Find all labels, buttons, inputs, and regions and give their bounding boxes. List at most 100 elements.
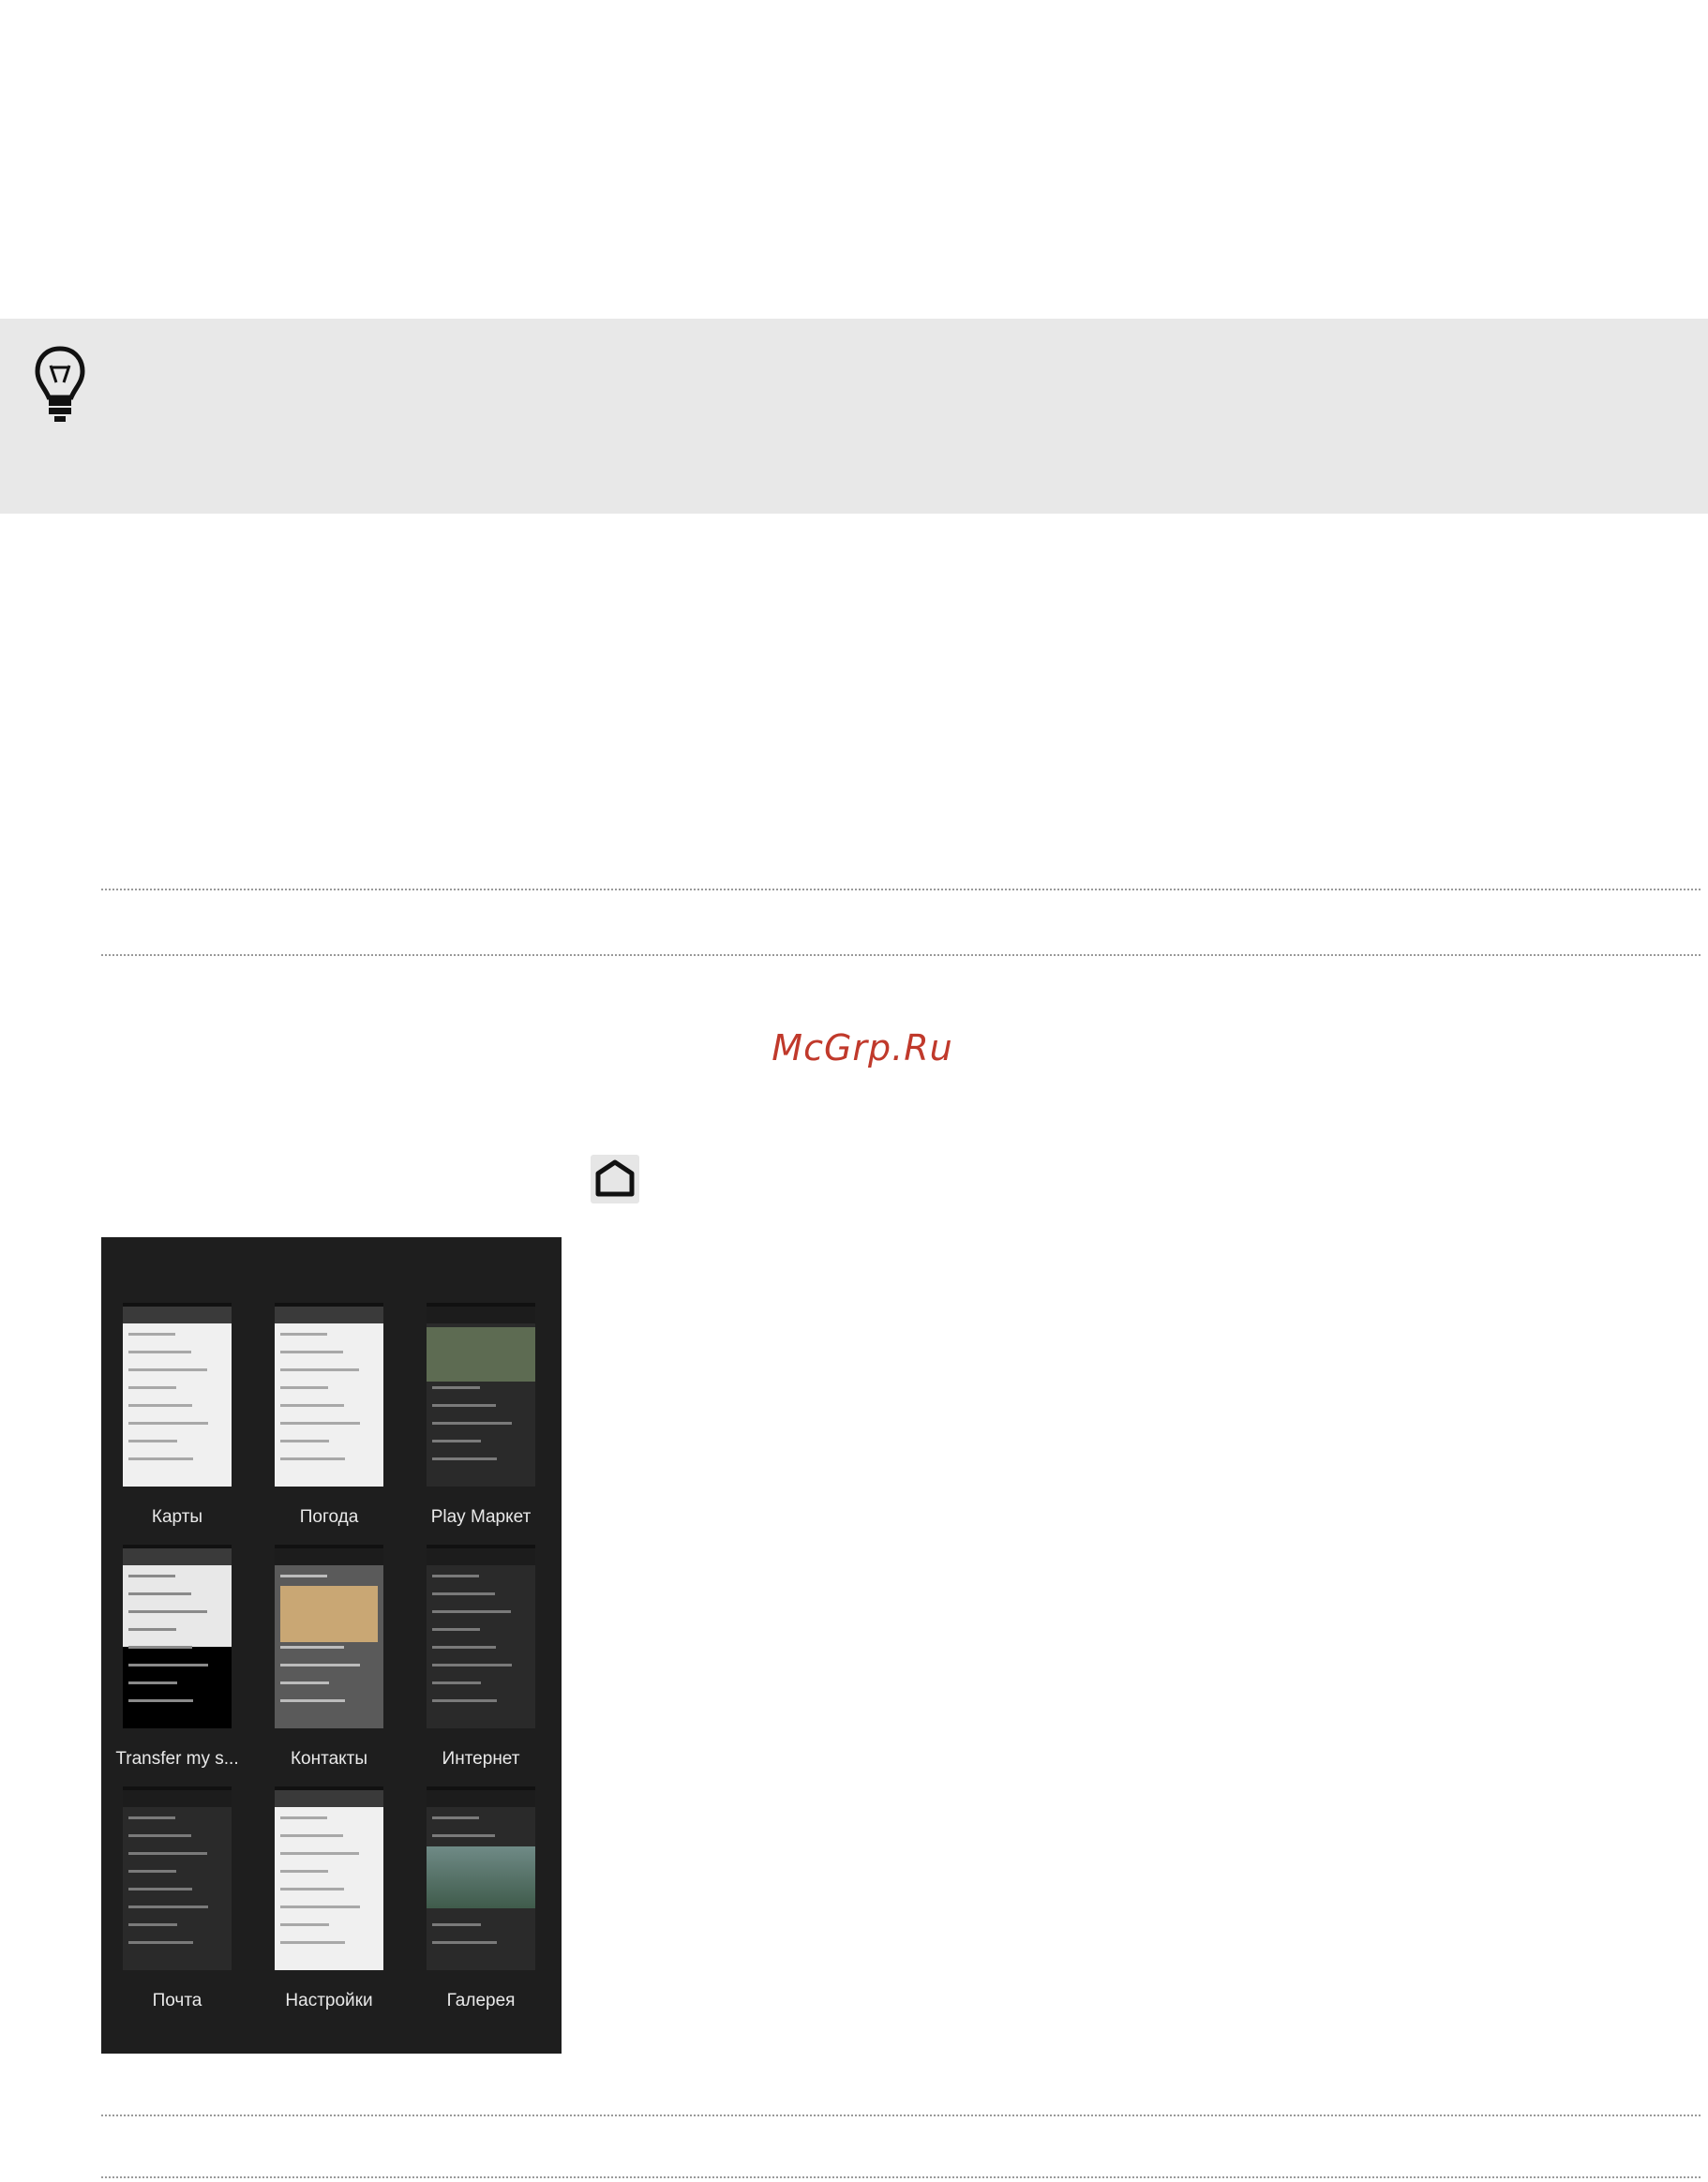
thumbnail-action-bar (123, 1307, 232, 1323)
recent-app-label: Play Маркет (430, 1507, 532, 1527)
app-thumbnail (123, 1786, 232, 1970)
recent-app-card[interactable]: Карты (123, 1303, 232, 1527)
thumbnail-text-line (128, 1368, 207, 1371)
thumbnail-text-line (280, 1386, 328, 1389)
thumbnail-text-line (432, 1646, 496, 1649)
thumbnail-text-line (280, 1699, 345, 1702)
thumbnail-text-line (128, 1351, 191, 1353)
recent-app-label: Галерея (446, 1991, 516, 2010)
recent-app-card[interactable]: Play Маркет (427, 1303, 535, 1527)
recent-app-card[interactable]: Настройки (275, 1786, 383, 2010)
thumbnail-text-line (280, 1664, 360, 1666)
thumbnail-text-line (432, 1386, 480, 1389)
app-thumbnail (427, 1786, 535, 1970)
home-icon (595, 1159, 635, 1197)
section-divider (101, 2176, 1701, 2178)
thumbnail-text-line (280, 1333, 327, 1336)
thumbnail-text-line (280, 1870, 328, 1873)
thumbnail-text-line (280, 1457, 345, 1460)
thumbnail-text-line (128, 1852, 207, 1855)
recent-app-label: Интернет (442, 1749, 520, 1769)
recent-app-label: Почта (152, 1991, 202, 2010)
thumbnail-text-line (432, 1816, 479, 1819)
app-thumbnail (427, 1303, 535, 1487)
home-button (591, 1155, 639, 1203)
recent-apps-screen: Карты Погода Play Маркет Transfer my s... Ко… (101, 1237, 562, 2054)
thumbnail-text-line (128, 1386, 176, 1389)
section-divider (101, 2115, 1701, 2116)
recent-app-card[interactable]: Интернет (427, 1545, 535, 1769)
thumbnail-text-line (128, 1664, 208, 1666)
thumbnail-text-line (432, 1628, 480, 1631)
thumbnail-text-line (128, 1457, 193, 1460)
thumbnail-text-line (432, 1923, 481, 1926)
thumbnail-text-line (432, 1592, 495, 1595)
thumbnail-text-line (128, 1681, 177, 1684)
thumbnail-text-line (280, 1351, 343, 1353)
thumbnail-text-line (280, 1646, 344, 1649)
thumbnail-text-line (280, 1906, 360, 1908)
thumbnail-text-line (128, 1628, 176, 1631)
thumbnail-photo (427, 1846, 535, 1908)
thumbnail-text-line (128, 1699, 193, 1702)
thumbnail-text-line (128, 1575, 175, 1577)
thumbnail-text-line (128, 1592, 191, 1595)
recent-app-card[interactable]: Галерея (427, 1786, 535, 2010)
app-thumbnail (123, 1303, 232, 1487)
recent-app-card[interactable]: Почта (123, 1786, 232, 2010)
recent-app-label: Погода (299, 1507, 359, 1527)
recent-app-label: Настройки (285, 1991, 373, 2010)
app-thumbnail (275, 1786, 383, 1970)
app-thumbnail (275, 1303, 383, 1487)
thumbnail-text-line (432, 1422, 512, 1425)
recent-app-label: Контакты (290, 1749, 368, 1769)
section-divider (101, 954, 1701, 956)
thumbnail-action-bar (427, 1307, 535, 1323)
thumbnail-text-line (280, 1404, 344, 1407)
thumbnail-text-line (128, 1333, 175, 1336)
thumbnail-action-bar (427, 1790, 535, 1807)
thumbnail-text-line (432, 1610, 511, 1613)
thumbnail-text-line (280, 1368, 359, 1371)
thumbnail-text-line (432, 1834, 495, 1837)
thumbnail-text-line (128, 1646, 192, 1649)
app-thumbnail (275, 1545, 383, 1728)
thumbnail-text-line (432, 1664, 512, 1666)
app-thumbnail (427, 1545, 535, 1728)
thumbnail-text-line (280, 1888, 344, 1891)
thumbnail-text-line (128, 1610, 207, 1613)
thumbnail-text-line (432, 1681, 481, 1684)
thumbnail-action-bar (123, 1548, 232, 1565)
thumbnail-text-line (128, 1440, 177, 1442)
thumbnail-text-line (432, 1440, 481, 1442)
thumbnail-photo (280, 1586, 378, 1642)
recent-app-card[interactable]: Transfer my s... (115, 1545, 239, 1769)
thumbnail-action-bar (275, 1307, 383, 1323)
thumbnail-text-line (128, 1941, 193, 1944)
tip-box (0, 319, 1708, 514)
thumbnail-text-line (128, 1422, 208, 1425)
thumbnail-banner (427, 1327, 535, 1382)
thumbnail-text-line (432, 1941, 497, 1944)
recent-app-card[interactable]: Погода (275, 1303, 383, 1527)
section-divider (101, 889, 1701, 890)
thumbnail-text-line (280, 1941, 345, 1944)
thumbnail-text-line (128, 1906, 208, 1908)
thumbnail-text-line (128, 1404, 192, 1407)
thumbnail-text-line (280, 1816, 327, 1819)
recent-app-label: Карты (151, 1507, 203, 1527)
thumbnail-action-bar (275, 1548, 383, 1565)
thumbnail-action-bar (275, 1790, 383, 1807)
thumbnail-action-bar (123, 1790, 232, 1807)
thumbnail-text-line (280, 1923, 329, 1926)
watermark: McGrp.Ru (772, 1027, 953, 1069)
thumbnail-text-line (280, 1575, 327, 1577)
recent-app-card[interactable]: Контакты (275, 1545, 383, 1769)
app-thumbnail (123, 1545, 232, 1728)
thumbnail-text-line (280, 1422, 360, 1425)
thumbnail-text-line (432, 1457, 497, 1460)
thumbnail-text-line (128, 1923, 177, 1926)
thumbnail-text-line (280, 1852, 359, 1855)
thumbnail-text-line (432, 1404, 496, 1407)
thumbnail-text-line (128, 1816, 175, 1819)
